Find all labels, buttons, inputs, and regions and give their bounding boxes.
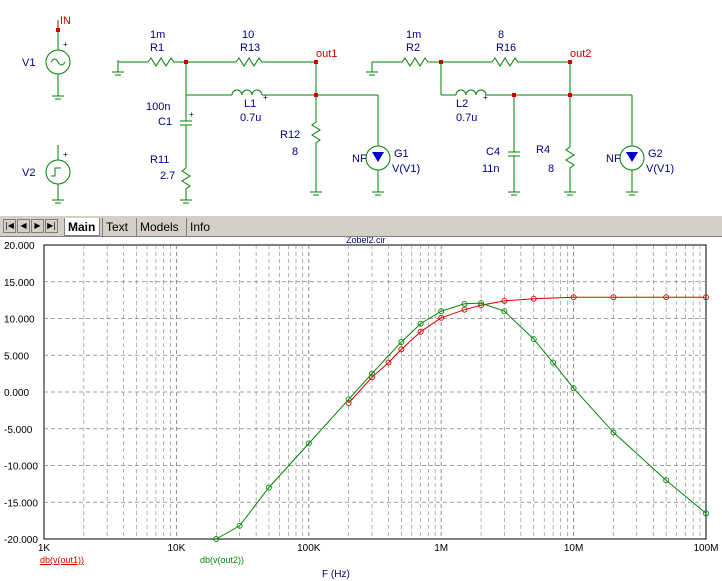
tab-info[interactable]: Info: [186, 218, 216, 236]
x-tick-label: 100K: [297, 543, 321, 554]
c1-name: C1: [158, 116, 172, 128]
l2-value: 0.7u: [456, 112, 477, 124]
g1-name: G1: [394, 148, 409, 160]
r2-name: R2: [406, 42, 420, 54]
v2-label: V2: [22, 167, 35, 179]
r1-name: R1: [150, 42, 164, 54]
svg-text:+: +: [63, 150, 68, 159]
r12-name: R12: [280, 129, 300, 141]
last-tab-button[interactable]: ▶|: [45, 219, 58, 233]
r4-value: 8: [548, 163, 554, 175]
port-out1: out1: [316, 48, 337, 60]
y-tick-label: -5.000: [4, 425, 33, 436]
y-tick-label: 0.000: [4, 388, 29, 399]
g1-tag: NF: [352, 153, 367, 165]
schematic-canvas[interactable]: IN out1 out2 V1 V2 1m R1 10 R13 100n C1 …: [0, 0, 722, 215]
port-in: IN: [60, 15, 71, 27]
series-line-2: [216, 302, 707, 540]
c4-name: C4: [486, 146, 500, 158]
x-tick-label: 10K: [168, 543, 186, 554]
prev-tab-button[interactable]: ◀: [17, 219, 30, 233]
r16-value: 8: [498, 29, 504, 41]
series-line-1: [348, 296, 706, 404]
g2-value: V(V1): [646, 163, 674, 175]
svg-text:+: +: [483, 93, 488, 102]
l1-name: L1: [244, 98, 256, 110]
x-axis-label: F (Hz): [322, 569, 350, 580]
r11-name: R11: [150, 154, 169, 166]
r16-name: R16: [496, 42, 516, 54]
x-tick-label: 1M: [434, 543, 448, 554]
r11-value: 2.7: [160, 170, 175, 182]
y-tick-label: -10.000: [4, 462, 38, 473]
c4-value: 11n: [482, 163, 500, 175]
legend-series-2[interactable]: db(v(out2)): [200, 555, 244, 565]
x-tick-label: 100M: [693, 543, 718, 554]
r2-value: 1m: [406, 29, 421, 41]
tab-models[interactable]: Models: [136, 218, 184, 236]
tab-bar: |◀ ◀ ▶ ▶| Main Text Models Info: [0, 215, 722, 237]
c1-value: 100n: [146, 101, 170, 113]
tab-main[interactable]: Main: [64, 218, 100, 236]
plot-svg: Zobel2.cir 20.000 15.000 10.000 5.000 0.000 -…: [4, 237, 719, 580]
r4-name: R4: [536, 144, 550, 156]
tab-text[interactable]: Text: [102, 218, 134, 236]
r12-value: 8: [292, 146, 298, 158]
r13-name: R13: [240, 42, 260, 54]
svg-text:+: +: [189, 110, 194, 119]
x-tick-label: 1K: [38, 543, 51, 554]
plot-title: Zobel2.cir: [346, 237, 386, 245]
g2-tag: NF: [606, 153, 621, 165]
first-tab-button[interactable]: |◀: [3, 219, 16, 233]
g1-arrow-icon: [372, 152, 384, 162]
legend-series-1[interactable]: db(v(out1)): [40, 555, 84, 565]
g2-arrow-icon: [626, 152, 638, 162]
g2-name: G2: [648, 148, 663, 160]
g1-value: V(V1): [392, 163, 420, 175]
y-tick-label: 20.000: [4, 241, 35, 252]
y-tick-label: 5.000: [4, 351, 29, 362]
v1-label: V1: [22, 57, 35, 69]
next-tab-button[interactable]: ▶: [31, 219, 44, 233]
y-tick-label: -15.000: [4, 498, 38, 509]
bode-plot[interactable]: Zobel2.cir 20.000 15.000 10.000 5.000 0.000 -…: [0, 237, 722, 581]
r1-value: 1m: [150, 29, 165, 41]
port-out2: out2: [570, 48, 591, 60]
y-tick-label: 15.000: [4, 278, 35, 289]
y-tick-label: 10.000: [4, 315, 35, 326]
x-tick-label: 10M: [564, 543, 583, 554]
l2-name: L2: [456, 98, 468, 110]
y-tick-label: -20.000: [4, 535, 38, 546]
l1-value: 0.7u: [240, 112, 261, 124]
schematic-drawing: IN out1 out2 V1 V2 1m R1 10 R13 100n C1 …: [22, 15, 674, 204]
svg-text:+: +: [63, 40, 68, 49]
svg-text:+: +: [263, 93, 268, 102]
r13-value: 10: [242, 29, 254, 41]
